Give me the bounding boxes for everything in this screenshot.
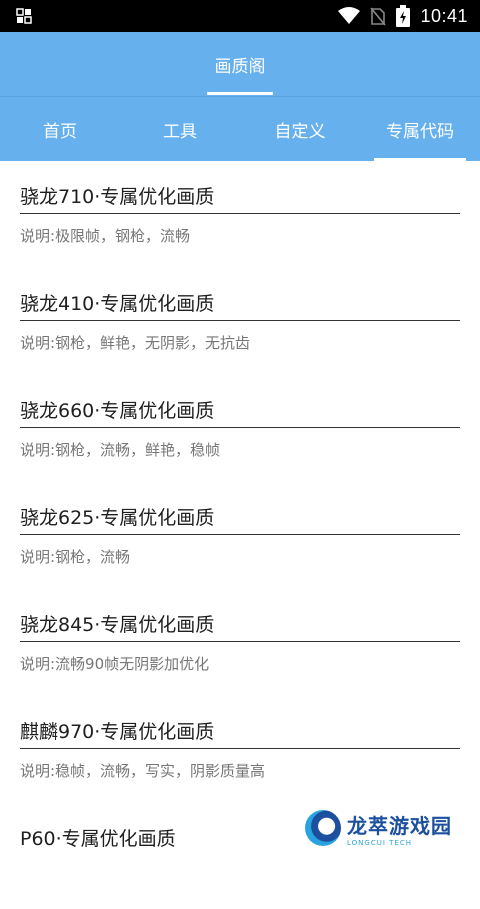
item-description: 说明:流畅90帧无阴影加优化	[20, 655, 210, 673]
list-item[interactable]: 骁龙845·专属优化画质 说明:流畅90帧无阴影加优化	[20, 588, 460, 695]
item-title: 骁龙710·专属优化画质	[20, 186, 215, 208]
gallery-icon	[16, 8, 32, 24]
item-title: 骁龙660·专属优化画质	[20, 400, 215, 422]
item-title: 骁龙845·专属优化画质	[20, 614, 215, 636]
battery-charging-icon	[396, 5, 411, 27]
divider	[20, 213, 460, 214]
title-underline	[207, 92, 273, 95]
list-item[interactable]: 骁龙660·专属优化画质 说明:钢枪，流畅，鲜艳，稳帧	[20, 374, 460, 481]
divider	[20, 320, 460, 321]
logo-icon	[305, 810, 341, 846]
item-description: 说明:钢枪，流畅	[20, 548, 131, 566]
status-bar: 10:41	[0, 0, 480, 32]
tab-custom[interactable]: 自定义	[240, 97, 360, 161]
status-time: 10:41	[420, 5, 468, 26]
list-item[interactable]: 骁龙710·专属优化画质 说明:极限帧，钢枪，流畅	[20, 160, 460, 267]
tab-bar: 首页 工具 自定义 专属代码	[0, 96, 480, 161]
app-bar: 画质阁	[0, 32, 480, 96]
watermark-text: 龙萃游戏园	[347, 813, 452, 838]
divider	[20, 534, 460, 535]
item-title: 骁龙625·专属优化画质	[20, 507, 215, 529]
divider	[20, 748, 460, 749]
divider	[20, 641, 460, 642]
divider	[20, 427, 460, 428]
quality-config-list: 骁龙710·专属优化画质 说明:极限帧，钢枪，流畅 骁龙410·专属优化画质 说…	[20, 160, 460, 909]
watermark-subtext: LONGCUI TECH	[347, 838, 412, 847]
wifi-icon	[338, 7, 361, 24]
tab-exclusive-code[interactable]: 专属代码	[360, 97, 480, 161]
item-description: 说明:稳帧，流畅，写实，阴影质量高	[20, 762, 266, 780]
list-item[interactable]: 骁龙625·专属优化画质 说明:钢枪，流畅	[20, 481, 460, 588]
item-description: 说明:钢枪，流畅，鲜艳，稳帧	[20, 441, 221, 459]
list-item[interactable]: 骁龙410·专属优化画质 说明:钢枪，鲜艳，无阴影，无抗齿	[20, 267, 460, 374]
page-title: 画质阁	[214, 57, 266, 77]
item-title: P60·专属优化画质	[20, 828, 176, 850]
list-item[interactable]: 麒麟970·专属优化画质 说明:稳帧，流畅，写实，阴影质量高	[20, 695, 460, 802]
item-title: 骁龙410·专属优化画质	[20, 293, 215, 315]
item-description: 说明:极限帧，钢枪，流畅	[20, 227, 191, 245]
tab-home[interactable]: 首页	[0, 97, 120, 161]
item-description: 说明:钢枪，鲜艳，无阴影，无抗齿	[20, 334, 251, 352]
watermark-logo: 龙萃游戏园 LONGCUI TECH	[305, 806, 475, 850]
item-title: 麒麟970·专属优化画质	[20, 721, 215, 743]
tab-tools[interactable]: 工具	[120, 97, 240, 161]
no-sim-icon	[370, 7, 387, 26]
